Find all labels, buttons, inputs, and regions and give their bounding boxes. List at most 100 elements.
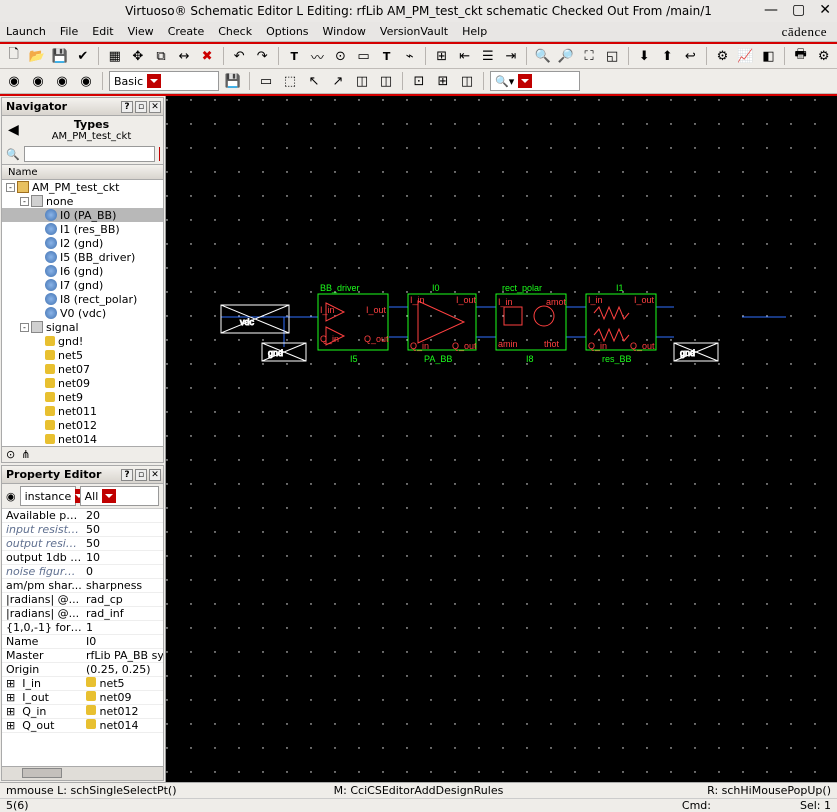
tree-row[interactable]: I8 (rect_polar) bbox=[2, 292, 163, 306]
tree-row[interactable]: net5 bbox=[2, 348, 163, 362]
prop-value[interactable]: 0 bbox=[82, 565, 163, 578]
tree-row[interactable]: I0 (PA_BB) bbox=[2, 208, 163, 222]
horizontal-scrollbar[interactable] bbox=[2, 766, 163, 780]
property-row[interactable]: output 1db c...10 bbox=[2, 551, 163, 565]
filter-b-icon[interactable]: ◫ bbox=[376, 71, 396, 91]
prop-value[interactable]: 50 bbox=[82, 537, 163, 550]
align-right-icon[interactable]: ⇥ bbox=[501, 46, 520, 66]
probe-c-icon[interactable]: ◉ bbox=[52, 71, 72, 91]
menu-check[interactable]: Check bbox=[218, 25, 252, 38]
property-row[interactable]: NameI0 bbox=[2, 635, 163, 649]
delete-icon[interactable]: ✖ bbox=[198, 46, 217, 66]
schematic-canvas[interactable]: vdc gnd BB_driver I5 I_in I_out Q_in Q_o… bbox=[166, 96, 837, 782]
minimize-button[interactable]: — bbox=[764, 2, 778, 18]
prop-value[interactable]: I0 bbox=[82, 635, 163, 648]
tool-x-icon[interactable]: ◧ bbox=[759, 46, 778, 66]
ws-save-icon[interactable]: 💾 bbox=[223, 71, 243, 91]
prop-value[interactable]: rad_inf bbox=[82, 607, 163, 620]
property-row[interactable]: noise figure (...0 bbox=[2, 565, 163, 579]
move-icon[interactable]: ✥ bbox=[128, 46, 147, 66]
net-icon[interactable]: ⌁ bbox=[400, 46, 419, 66]
search-combo[interactable]: 🔍▾ bbox=[490, 71, 580, 91]
prop-value[interactable]: 10 bbox=[82, 551, 163, 564]
property-grid[interactable]: Available pw...20input resista...50outpu… bbox=[2, 509, 163, 766]
chevron-down-icon[interactable] bbox=[102, 489, 116, 503]
tree-row[interactable]: net011 bbox=[2, 404, 163, 418]
prop-mode-icon[interactable]: ◉ bbox=[6, 490, 16, 503]
property-pin-row[interactable]: ⊞ Q_out net014 bbox=[2, 719, 163, 733]
undock-icon[interactable]: ▫ bbox=[135, 101, 147, 113]
property-pin-row[interactable]: ⊞ I_in net5 bbox=[2, 677, 163, 691]
property-row[interactable]: {1,0,-1} for (...1 bbox=[2, 621, 163, 635]
layout-icon[interactable]: ▦ bbox=[105, 46, 124, 66]
probe-d-icon[interactable]: ◉ bbox=[76, 71, 96, 91]
nav-foot-a-icon[interactable]: ⊙ bbox=[6, 448, 15, 461]
stretch-icon[interactable]: ↔ bbox=[175, 46, 194, 66]
chevron-down-icon[interactable] bbox=[147, 74, 161, 88]
property-row[interactable]: |radians| @...rad_inf bbox=[2, 607, 163, 621]
align-left-icon[interactable]: ⇤ bbox=[455, 46, 474, 66]
menu-file[interactable]: File bbox=[60, 25, 78, 38]
copy-icon[interactable]: ⧉ bbox=[151, 46, 170, 66]
property-pin-row[interactable]: ⊞ I_out net09 bbox=[2, 691, 163, 705]
return-icon[interactable]: ↩ bbox=[681, 46, 700, 66]
probe-a-icon[interactable]: ◉ bbox=[4, 71, 24, 91]
tree-row[interactable]: -signal bbox=[2, 320, 163, 334]
hierarchy-up-icon[interactable]: ⬆ bbox=[658, 46, 677, 66]
snap-b-icon[interactable]: ⊞ bbox=[433, 71, 453, 91]
nav-back-button[interactable]: ◀ bbox=[2, 122, 20, 138]
workspace-combo[interactable]: Basic bbox=[109, 71, 219, 91]
zoom-fit-icon[interactable]: ⛶ bbox=[580, 46, 599, 66]
undock-icon[interactable]: ▫ bbox=[135, 469, 147, 481]
instance-icon[interactable]: ▭ bbox=[354, 46, 373, 66]
prop-value[interactable]: sharpness bbox=[82, 579, 163, 592]
tree-row[interactable]: gnd! bbox=[2, 334, 163, 348]
maximize-button[interactable]: ▢ bbox=[792, 2, 805, 18]
zoom-in-icon[interactable]: 🔍 bbox=[533, 46, 552, 66]
snap-a-icon[interactable]: ⊡ bbox=[409, 71, 429, 91]
menu-create[interactable]: Create bbox=[168, 25, 205, 38]
open-icon[interactable]: 📂 bbox=[27, 46, 46, 66]
tree-row[interactable]: -none bbox=[2, 194, 163, 208]
menu-edit[interactable]: Edit bbox=[92, 25, 113, 38]
settings-icon[interactable]: ⚙ bbox=[814, 46, 833, 66]
nav-foot-b-icon[interactable]: ⋔ bbox=[21, 448, 30, 461]
tree-row[interactable]: -AM_PM_test_ckt bbox=[2, 180, 163, 194]
tree-row[interactable]: net07 bbox=[2, 362, 163, 376]
probe-b-icon[interactable]: ◉ bbox=[28, 71, 48, 91]
nav-search-input[interactable] bbox=[24, 146, 155, 162]
tree-row[interactable]: net012 bbox=[2, 418, 163, 432]
help-icon[interactable]: ? bbox=[121, 469, 133, 481]
cursor-icon[interactable]: ↖ bbox=[304, 71, 324, 91]
help-icon[interactable]: ? bbox=[121, 101, 133, 113]
plot-icon[interactable]: 📈 bbox=[736, 46, 755, 66]
undo-icon[interactable]: ↶ bbox=[230, 46, 249, 66]
tree-row[interactable]: I1 (res_BB) bbox=[2, 222, 163, 236]
label-icon[interactable]: T bbox=[377, 46, 396, 66]
sel-mode-b-icon[interactable]: ⬚ bbox=[280, 71, 300, 91]
expand-icon[interactable]: - bbox=[6, 183, 15, 192]
cursor2-icon[interactable]: ↗ bbox=[328, 71, 348, 91]
print-icon[interactable]: 🖶 bbox=[791, 46, 810, 66]
text-icon[interactable]: T bbox=[285, 46, 304, 66]
chevron-down-icon[interactable] bbox=[518, 74, 532, 88]
tree-row[interactable]: net09 bbox=[2, 376, 163, 390]
property-row[interactable]: output resist...50 bbox=[2, 537, 163, 551]
prop-filter-combo[interactable]: All bbox=[80, 486, 159, 506]
sel-mode-a-icon[interactable]: ▭ bbox=[256, 71, 276, 91]
prop-value[interactable]: 50 bbox=[82, 523, 163, 536]
menu-window[interactable]: Window bbox=[323, 25, 366, 38]
property-pin-row[interactable]: ⊞ Q_in net012 bbox=[2, 705, 163, 719]
property-row[interactable]: Available pw...20 bbox=[2, 509, 163, 523]
tree-row[interactable]: I5 (BB_driver) bbox=[2, 250, 163, 264]
prop-value[interactable]: rad_cp bbox=[82, 593, 163, 606]
tree-row[interactable]: net014 bbox=[2, 432, 163, 446]
close-button[interactable]: ✕ bbox=[819, 2, 831, 18]
check-save-icon[interactable]: ✔ bbox=[73, 46, 92, 66]
sim-icon[interactable]: ⚙ bbox=[713, 46, 732, 66]
menu-view[interactable]: View bbox=[128, 25, 154, 38]
prop-value[interactable]: (0.25, 0.25) bbox=[82, 663, 163, 676]
menu-help[interactable]: Help bbox=[462, 25, 487, 38]
expand-icon[interactable]: - bbox=[20, 197, 29, 206]
tree-row[interactable]: I2 (gnd) bbox=[2, 236, 163, 250]
